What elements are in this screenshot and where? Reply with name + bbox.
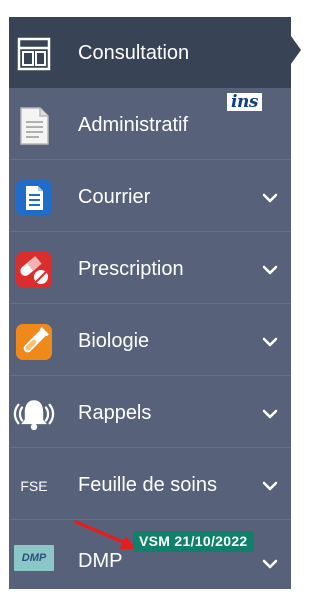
dmp-icon: DMP <box>11 535 57 581</box>
pills-icon <box>11 247 57 293</box>
sidebar-item-label: Consultation <box>78 42 190 64</box>
chevron-down-icon[interactable] <box>261 405 279 423</box>
chevron-down-icon[interactable] <box>261 555 279 573</box>
sidebar-item-prescription[interactable]: Prescription <box>9 233 291 304</box>
fse-icon: FSE <box>11 463 57 509</box>
sidebar-item-label: Rappels <box>78 402 152 424</box>
sidebar-item-courrier[interactable]: Courrier <box>9 161 291 232</box>
chevron-down-icon[interactable] <box>261 189 279 207</box>
vsm-date-badge: VSM 21/10/2022 <box>133 531 254 552</box>
sidebar-item-feuille-de-soins[interactable]: FSE Feuille de soins <box>9 449 291 520</box>
sidebar-item-rappels[interactable]: Rappels <box>9 377 291 448</box>
sidebar-item-dmp[interactable]: DMP DMP VSM 21/10/2022 <box>9 520 291 589</box>
ins-badge: ins <box>227 93 262 111</box>
chevron-down-icon[interactable] <box>261 261 279 279</box>
sidebar-item-label: Feuille de soins <box>78 474 217 496</box>
letter-icon <box>11 175 57 221</box>
sidebar-item-administratif[interactable]: Administratif ins <box>9 89 291 160</box>
dmp-icon-box: DMP <box>14 545 54 571</box>
sidebar-menu: Consultation Administratif ins Courrier … <box>0 0 301 596</box>
chevron-down-icon[interactable] <box>261 333 279 351</box>
chevron-down-icon[interactable] <box>261 477 279 495</box>
sidebar-item-label: Courrier <box>78 186 151 208</box>
sidebar-item-label: Prescription <box>78 258 184 280</box>
document-icon <box>11 103 57 149</box>
sidebar-item-biologie[interactable]: Biologie <box>9 305 291 376</box>
active-indicator-arrow <box>291 36 301 64</box>
bell-icon <box>11 391 57 437</box>
sidebar-item-consultation[interactable]: Consultation <box>9 17 301 88</box>
consultation-layout-icon <box>11 31 57 77</box>
sidebar-item-label: Biologie <box>78 330 150 352</box>
fse-icon-text: FSE <box>20 478 48 494</box>
test-tube-icon <box>11 319 57 365</box>
sidebar-item-label: Administratif <box>78 114 189 136</box>
